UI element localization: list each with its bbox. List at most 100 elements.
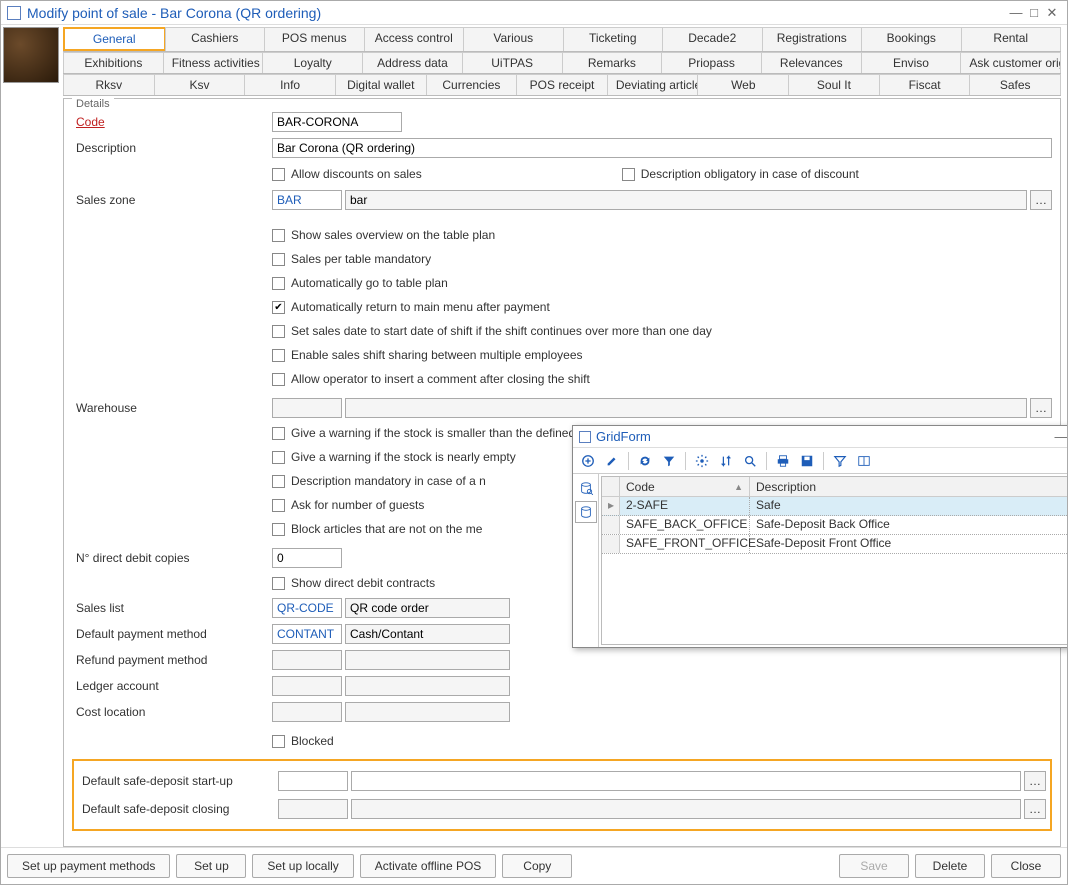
sales-zone-code-input[interactable]: [272, 190, 342, 210]
minimize-button[interactable]: —: [1007, 5, 1025, 20]
save-button[interactable]: Save: [839, 854, 909, 878]
tab-priopass[interactable]: Priopass: [661, 52, 762, 73]
setup-locally-button[interactable]: Set up locally: [252, 854, 353, 878]
sales-zone-lookup-button[interactable]: …: [1030, 190, 1052, 210]
desc-obligatory-checkbox[interactable]: [622, 168, 635, 181]
tab-soul-it[interactable]: Soul It: [788, 74, 880, 95]
cost-location-code-input[interactable]: [272, 702, 342, 722]
tab-ask-origin[interactable]: Ask customer origin: [960, 52, 1061, 73]
refund-payment-desc-input[interactable]: [345, 650, 510, 670]
tab-various[interactable]: Various: [463, 27, 564, 51]
tab-exhibitions[interactable]: Exhibitions: [63, 52, 164, 73]
gear-icon[interactable]: [691, 450, 713, 472]
refresh-icon[interactable]: [634, 450, 656, 472]
code-input[interactable]: [272, 112, 402, 132]
sales-per-table-checkbox[interactable]: [272, 253, 285, 266]
gridform-grid[interactable]: Code▲ Description ▸ 2-SAFE Safe SAFE_BAC…: [601, 476, 1067, 645]
warn-empty-checkbox[interactable]: [272, 451, 285, 464]
cost-location-desc-input[interactable]: [345, 702, 510, 722]
tab-ksv[interactable]: Ksv: [154, 74, 246, 95]
columns-icon[interactable]: [853, 450, 875, 472]
dd-copies-input[interactable]: [272, 548, 342, 568]
setup-button[interactable]: Set up: [176, 854, 246, 878]
shift-sharing-checkbox[interactable]: [272, 349, 285, 362]
refund-payment-code-input[interactable]: [272, 650, 342, 670]
setup-payment-methods-button[interactable]: Set up payment methods: [7, 854, 170, 878]
tab-address-data[interactable]: Address data: [362, 52, 463, 73]
allow-discounts-checkbox[interactable]: [272, 168, 285, 181]
tab-relevances[interactable]: Relevances: [761, 52, 862, 73]
filter-icon[interactable]: [658, 450, 680, 472]
tab-general[interactable]: General: [63, 27, 166, 51]
set-sales-date-checkbox[interactable]: [272, 325, 285, 338]
warn-min-checkbox[interactable]: [272, 427, 285, 440]
tab-cashiers[interactable]: Cashiers: [165, 27, 266, 51]
default-payment-code-input[interactable]: [272, 624, 342, 644]
desc-neg-checkbox[interactable]: [272, 475, 285, 488]
warehouse-lookup-button[interactable]: …: [1030, 398, 1052, 418]
close-button[interactable]: ✕: [1043, 5, 1061, 21]
grid-row[interactable]: SAFE_FRONT_OFFICE Safe-Deposit Front Off…: [602, 535, 1067, 554]
add-icon[interactable]: [577, 450, 599, 472]
show-overview-checkbox[interactable]: [272, 229, 285, 242]
safe-startup-desc-input[interactable]: [351, 771, 1021, 791]
allow-comment-checkbox[interactable]: [272, 373, 285, 386]
sales-zone-desc-input[interactable]: [345, 190, 1027, 210]
auto-tableplan-checkbox[interactable]: [272, 277, 285, 290]
activate-offline-button[interactable]: Activate offline POS: [360, 854, 497, 878]
grid-row[interactable]: ▸ 2-SAFE Safe: [602, 497, 1067, 516]
tab-ticketing[interactable]: Ticketing: [563, 27, 664, 51]
warehouse-code-input[interactable]: [272, 398, 342, 418]
block-articles-checkbox[interactable]: [272, 523, 285, 536]
tab-safes[interactable]: Safes: [969, 74, 1061, 95]
safe-closing-lookup-button[interactable]: …: [1024, 799, 1046, 819]
default-payment-desc-input[interactable]: [345, 624, 510, 644]
tab-fiscat[interactable]: Fiscat: [879, 74, 971, 95]
gridform-minimize-button[interactable]: —: [1052, 429, 1067, 444]
sales-list-code-input[interactable]: [272, 598, 342, 618]
row-indicator-header[interactable]: [602, 477, 620, 496]
search-icon[interactable]: [739, 450, 761, 472]
tab-rksv[interactable]: Rksv: [63, 74, 155, 95]
sql-view-icon[interactable]: [575, 477, 597, 499]
ledger-desc-input[interactable]: [345, 676, 510, 696]
ask-guests-checkbox[interactable]: [272, 499, 285, 512]
tab-registrations[interactable]: Registrations: [762, 27, 863, 51]
safe-closing-desc-input[interactable]: [351, 799, 1021, 819]
tab-pos-receipt[interactable]: POS receipt: [516, 74, 608, 95]
tab-currencies[interactable]: Currencies: [426, 74, 518, 95]
tab-rental[interactable]: Rental: [961, 27, 1062, 51]
tab-enviso[interactable]: Enviso: [861, 52, 962, 73]
safe-closing-code-input[interactable]: [278, 799, 348, 819]
tab-decade2[interactable]: Decade2: [662, 27, 763, 51]
safe-startup-code-input[interactable]: [278, 771, 348, 791]
tab-web[interactable]: Web: [697, 74, 789, 95]
delete-button[interactable]: Delete: [915, 854, 985, 878]
tab-uitpas[interactable]: UiTPAS: [462, 52, 563, 73]
tab-fitness[interactable]: Fitness activities: [163, 52, 264, 73]
show-dd-checkbox[interactable]: [272, 577, 285, 590]
save-icon[interactable]: [796, 450, 818, 472]
edit-icon[interactable]: [601, 450, 623, 472]
sales-list-desc-input[interactable]: [345, 598, 510, 618]
tab-access-control[interactable]: Access control: [364, 27, 465, 51]
blocked-checkbox[interactable]: [272, 735, 285, 748]
tab-deviating-wh[interactable]: Deviating article warehouses: [607, 74, 699, 95]
funnel-icon[interactable]: [829, 450, 851, 472]
tab-loyalty[interactable]: Loyalty: [262, 52, 363, 73]
auto-mainmenu-checkbox[interactable]: [272, 301, 285, 314]
tab-pos-menus[interactable]: POS menus: [264, 27, 365, 51]
sort-icon[interactable]: [715, 450, 737, 472]
db-view-icon[interactable]: [575, 501, 597, 523]
maximize-button[interactable]: □: [1025, 5, 1043, 20]
tab-digital-wallet[interactable]: Digital wallet: [335, 74, 427, 95]
grid-row[interactable]: SAFE_BACK_OFFICE Safe-Deposit Back Offic…: [602, 516, 1067, 535]
tab-info[interactable]: Info: [244, 74, 336, 95]
description-input[interactable]: [272, 138, 1052, 158]
copy-button[interactable]: Copy: [502, 854, 572, 878]
print-icon[interactable]: [772, 450, 794, 472]
tab-bookings[interactable]: Bookings: [861, 27, 962, 51]
code-column-header[interactable]: Code▲: [620, 477, 750, 496]
warehouse-desc-input[interactable]: [345, 398, 1027, 418]
desc-column-header[interactable]: Description: [750, 477, 1067, 496]
